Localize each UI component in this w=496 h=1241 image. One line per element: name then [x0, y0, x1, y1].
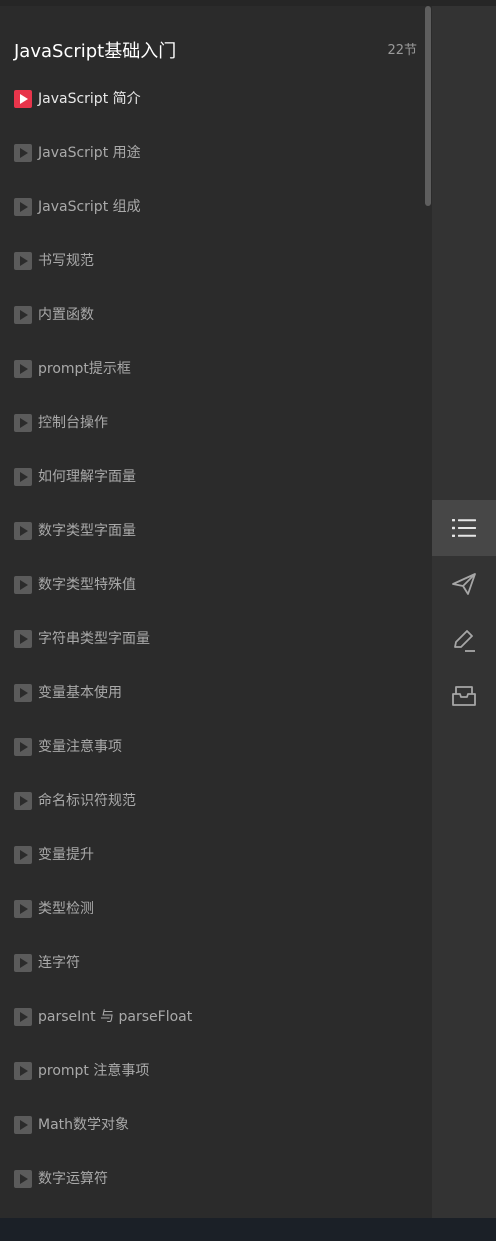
lesson-label: 如何理解字面量: [38, 469, 136, 485]
lesson-label: JavaScript 用途: [38, 145, 141, 161]
lesson-item[interactable]: JavaScript 用途: [0, 134, 420, 188]
lesson-item[interactable]: Math数学对象: [0, 1106, 420, 1160]
lesson-item[interactable]: 数字类型特殊值: [0, 566, 420, 620]
list-icon: [452, 519, 476, 537]
scrollbar-thumb[interactable]: [425, 6, 431, 206]
send-icon: [452, 573, 476, 595]
play-icon: [14, 846, 32, 864]
play-icon: [14, 684, 32, 702]
play-icon: [14, 414, 32, 432]
play-icon: [14, 1116, 32, 1134]
lesson-item[interactable]: JavaScript 组成: [0, 188, 420, 242]
lesson-label: 数字运算符: [38, 1171, 108, 1187]
play-icon: [14, 576, 32, 594]
lesson-item[interactable]: 书写规范: [0, 242, 420, 296]
lesson-item[interactable]: parseInt 与 parseFloat: [0, 998, 420, 1052]
lesson-label: JavaScript 组成: [38, 199, 141, 215]
lesson-item[interactable]: 命名标识符规范: [0, 782, 420, 836]
lesson-label: 书写规范: [38, 253, 94, 269]
lesson-item[interactable]: 变量注意事项: [0, 728, 420, 782]
lesson-label: JavaScript 简介: [38, 91, 141, 107]
play-icon: [14, 360, 32, 378]
play-icon: [14, 900, 32, 918]
lesson-item[interactable]: 内置函数: [0, 296, 420, 350]
messages-button[interactable]: [432, 668, 496, 724]
lesson-item[interactable]: 变量提升: [0, 836, 420, 890]
lesson-label: 数字类型字面量: [38, 523, 136, 539]
play-icon: [14, 792, 32, 810]
inbox-icon: [452, 686, 476, 706]
play-icon: [14, 954, 32, 972]
play-icon: [14, 252, 32, 270]
lesson-item[interactable]: 数字类型字面量: [0, 512, 420, 566]
play-icon: [14, 306, 32, 324]
lesson-item[interactable]: 类型检测: [0, 890, 420, 944]
lesson-item[interactable]: prompt 注意事项: [0, 1052, 420, 1106]
lesson-label: prompt 注意事项: [38, 1063, 150, 1079]
lesson-list: JavaScript 简介 JavaScript 用途 JavaScript 组成书…: [0, 80, 432, 1214]
lesson-label: Math数学对象: [38, 1117, 130, 1133]
lesson-item[interactable]: 如何理解字面量: [0, 458, 420, 512]
play-icon: [14, 468, 32, 486]
catalog-button[interactable]: [432, 500, 496, 556]
play-icon: [14, 198, 32, 216]
play-icon: [14, 738, 32, 756]
lesson-label: 数字类型特殊值: [38, 577, 136, 593]
play-icon: [14, 1170, 32, 1188]
lesson-label: prompt提示框: [38, 361, 131, 377]
bottom-bar: [0, 1218, 496, 1241]
lesson-item[interactable]: 变量基本使用: [0, 674, 420, 728]
lesson-item[interactable]: 连字符: [0, 944, 420, 998]
lesson-item[interactable]: 控制台操作: [0, 404, 420, 458]
lesson-label: 变量基本使用: [38, 685, 122, 701]
lesson-label: 变量注意事项: [38, 739, 122, 755]
lesson-item[interactable]: prompt提示框: [0, 350, 420, 404]
lesson-label: 连字符: [38, 955, 80, 971]
lesson-count: 22节: [387, 43, 417, 58]
lesson-label: 控制台操作: [38, 415, 108, 431]
lesson-label: 内置函数: [38, 307, 94, 323]
edit-icon: [454, 630, 475, 652]
play-icon: [14, 1062, 32, 1080]
course-catalog-panel: JavaScript基础入门 22节 JavaScript 简介 JavaScri…: [0, 6, 432, 1218]
play-icon: [14, 90, 32, 108]
play-icon: [14, 522, 32, 540]
notes-button[interactable]: [432, 612, 496, 668]
lesson-label: 命名标识符规范: [38, 793, 136, 809]
lesson-label: 类型检测: [38, 901, 94, 917]
lesson-item[interactable]: 数字运算符: [0, 1160, 420, 1214]
share-button[interactable]: [432, 556, 496, 612]
play-icon: [14, 630, 32, 648]
play-icon: [14, 1008, 32, 1026]
course-title: JavaScript基础入门: [14, 41, 177, 62]
lesson-label: 变量提升: [38, 847, 94, 863]
lesson-label: 字符串类型字面量: [38, 631, 150, 647]
lesson-item[interactable]: 字符串类型字面量: [0, 620, 420, 674]
play-icon: [14, 144, 32, 162]
side-toolbar: [432, 6, 496, 1218]
lesson-item[interactable]: JavaScript 简介: [0, 80, 420, 134]
lesson-label: parseInt 与 parseFloat: [38, 1009, 193, 1025]
